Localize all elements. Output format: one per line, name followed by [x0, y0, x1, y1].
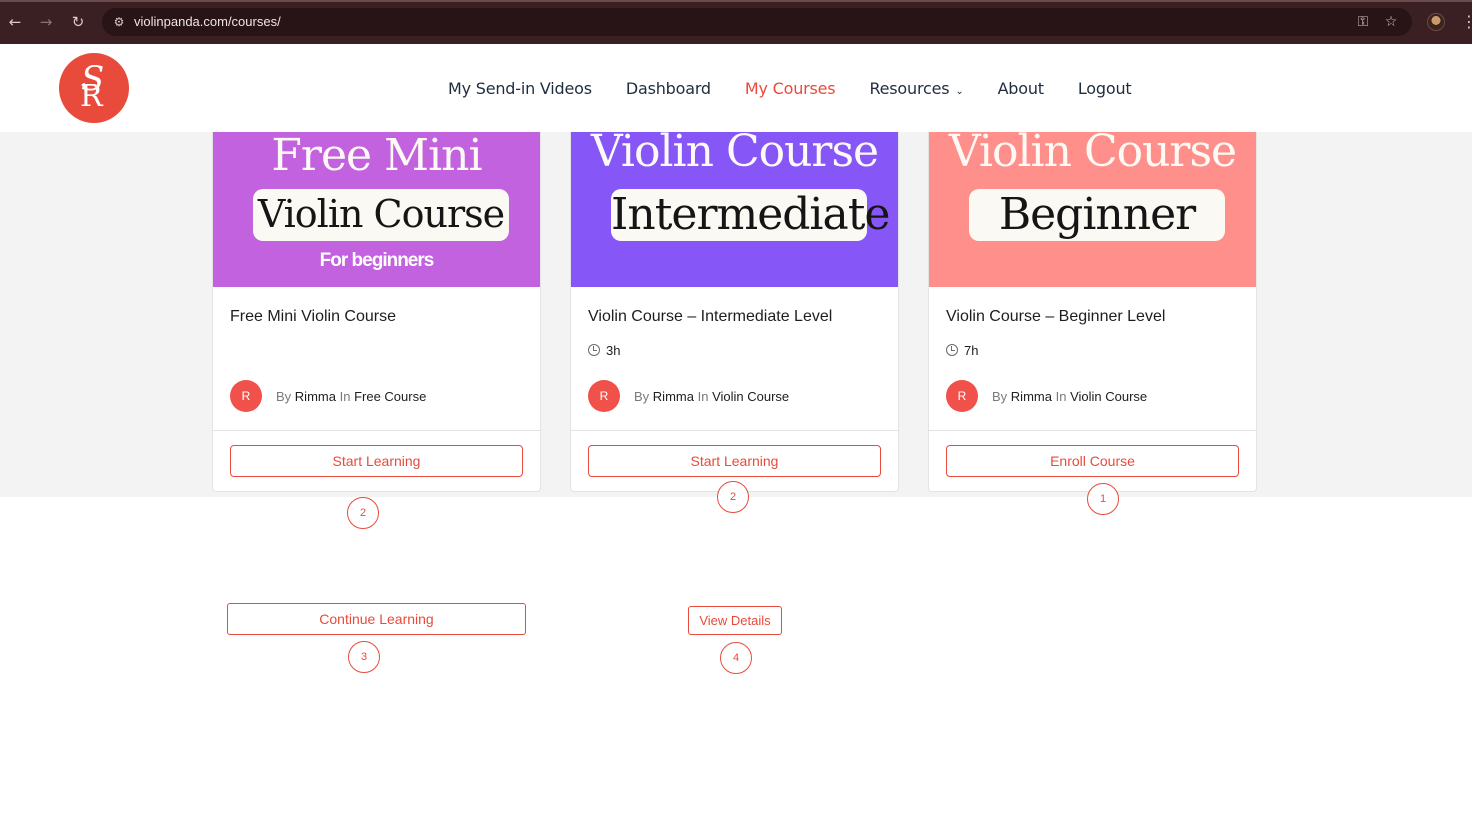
- address-bar[interactable]: ⚙ violinpanda.com/courses/ ⚿ ☆: [102, 8, 1412, 36]
- course-card: Violin Course Intermediate Violin Course…: [570, 132, 899, 492]
- by-label: By: [634, 388, 650, 404]
- nav-my-send-in-videos[interactable]: My Send-in Videos: [448, 79, 592, 98]
- nav-dashboard[interactable]: Dashboard: [626, 79, 711, 98]
- reload-icon[interactable]: ↻: [68, 12, 88, 32]
- category-link[interactable]: Free Course: [354, 389, 426, 404]
- nav-my-courses[interactable]: My Courses: [745, 79, 836, 98]
- in-label: In: [339, 388, 351, 404]
- category-link[interactable]: Violin Course: [712, 389, 789, 404]
- back-arrow-icon[interactable]: ←: [5, 12, 25, 32]
- course-author: R By Rimma In Free Course: [230, 380, 426, 412]
- avatar[interactable]: R: [230, 380, 262, 412]
- forward-arrow-icon[interactable]: →: [36, 12, 56, 32]
- avatar[interactable]: R: [946, 380, 978, 412]
- thumbnail-heading: Free Mini: [271, 132, 482, 181]
- thumbnail-heading: Violin Course: [590, 132, 879, 177]
- avatar[interactable]: R: [588, 380, 620, 412]
- thumbnail-heading: Violin Course: [948, 132, 1237, 177]
- by-label: By: [276, 388, 292, 404]
- site-logo[interactable]: S R: [59, 53, 129, 123]
- course-card: Free Mini Violin Course For beginners Fr…: [212, 132, 541, 492]
- more-menu-icon[interactable]: ⋮: [1461, 12, 1472, 32]
- card-divider: [213, 430, 540, 431]
- thumbnail-pill: Violin Course: [253, 189, 509, 241]
- tab-strip-edge: [0, 0, 1472, 2]
- clock-icon: [946, 344, 958, 356]
- site-header: S R My Send-in Videos Dashboard My Cours…: [0, 44, 1472, 132]
- logo-letter-r: R: [80, 79, 103, 114]
- nav-about[interactable]: About: [998, 79, 1045, 98]
- course-author: R By Rimma In Violin Course: [588, 380, 789, 412]
- course-title[interactable]: Violin Course – Beginner Level: [946, 308, 1165, 326]
- continue-learning-button[interactable]: Continue Learning: [227, 603, 526, 635]
- main-navigation: My Send-in Videos Dashboard My Courses R…: [448, 44, 1165, 132]
- course-duration: 7h: [946, 343, 978, 358]
- thumbnail-pill: Intermediate: [611, 189, 890, 241]
- clock-icon: [588, 344, 600, 356]
- course-card: Violin Course Beginner Violin Course – B…: [928, 132, 1257, 492]
- course-duration: 3h: [588, 343, 620, 358]
- browser-toolbar: ← → ↻ ⚙ violinpanda.com/courses/ ⚿ ☆ ⋮: [0, 0, 1472, 44]
- start-learning-button[interactable]: Start Learning: [230, 445, 523, 477]
- course-thumbnail[interactable]: Violin Course Beginner: [929, 132, 1256, 287]
- card-divider: [571, 430, 898, 431]
- start-learning-button[interactable]: Start Learning: [588, 445, 881, 477]
- site-settings-icon[interactable]: ⚙: [111, 13, 127, 31]
- in-label: In: [697, 388, 709, 404]
- annotation-badge: 2: [347, 497, 379, 529]
- nav-resources-label: Resources: [869, 78, 950, 98]
- thumbnail-subtitle: For beginners: [319, 250, 435, 271]
- course-thumbnail[interactable]: Free Mini Violin Course For beginners: [213, 132, 540, 287]
- author-link[interactable]: Rimma: [653, 389, 694, 404]
- in-label: In: [1055, 388, 1067, 404]
- duration-text: 7h: [964, 343, 979, 358]
- course-thumbnail[interactable]: Violin Course Intermediate: [571, 132, 898, 287]
- enroll-course-button[interactable]: Enroll Course: [946, 445, 1239, 477]
- category-link[interactable]: Violin Course: [1070, 389, 1147, 404]
- card-divider: [929, 430, 1256, 431]
- duration-text: 3h: [606, 343, 621, 358]
- bookmark-star-icon[interactable]: ☆: [1382, 13, 1400, 31]
- annotation-badge: 1: [1087, 483, 1119, 515]
- thumbnail-pill: Beginner: [969, 189, 1225, 241]
- url-text[interactable]: violinpanda.com/courses/: [134, 14, 281, 29]
- annotation-badge: 3: [348, 641, 380, 673]
- password-key-icon[interactable]: ⚿: [1354, 13, 1372, 31]
- nav-logout[interactable]: Logout: [1078, 79, 1132, 98]
- course-title[interactable]: Violin Course – Intermediate Level: [588, 308, 832, 326]
- view-details-button[interactable]: View Details: [688, 606, 782, 635]
- by-label: By: [992, 388, 1008, 404]
- annotation-badge: 2: [717, 481, 749, 513]
- author-link[interactable]: Rimma: [295, 389, 336, 404]
- course-title[interactable]: Free Mini Violin Course: [230, 308, 396, 326]
- chevron-down-icon: ⌄: [955, 85, 964, 97]
- profile-avatar[interactable]: [1427, 13, 1445, 31]
- course-author: R By Rimma In Violin Course: [946, 380, 1147, 412]
- author-link[interactable]: Rimma: [1011, 389, 1052, 404]
- nav-resources[interactable]: Resources ⌄: [869, 79, 963, 98]
- annotation-badge: 4: [720, 642, 752, 674]
